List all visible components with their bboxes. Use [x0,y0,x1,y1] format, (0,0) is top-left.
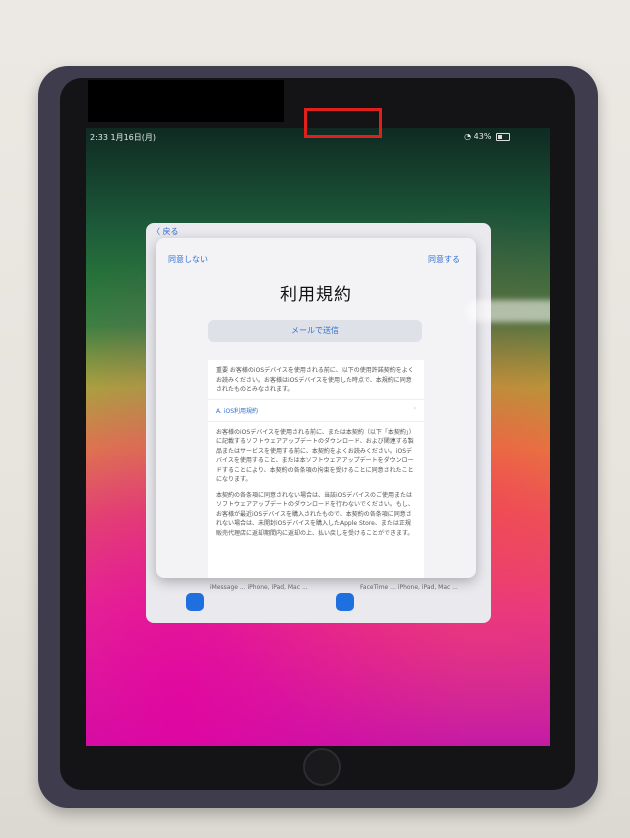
terms-document[interactable]: 重要 お客様のiOSデバイスを使用される前に、以下の使用許諾契約をよくお読みくだ… [208,360,424,578]
doc-section-link[interactable]: A. iOS利用規約 › [208,398,424,422]
video-camera-icon [336,593,354,611]
redaction-box [88,80,284,122]
battery-icon [496,132,510,141]
feature-list: iMessage ... iPhone, iPad, Mac ... FaceT… [186,583,486,623]
back-button[interactable]: 〈 戻る [152,226,179,237]
chevron-right-icon: › [413,404,416,412]
modal-title: 利用規約 [280,285,352,305]
agree-button[interactable]: 同意する [428,254,460,265]
message-icon [186,593,204,611]
doc-section-title: A. iOS利用規約 [216,407,259,415]
terms-modal: 同意しない 同意する 利用規約 メールで送信 重要 お客様のiOSデバイスを使用… [156,238,476,578]
feature-item-facetime: FaceTime ... iPhone, iPad, Mac ... [336,583,466,623]
feature-item-messages: iMessage ... iPhone, iPad, Mac ... [186,583,316,623]
home-button[interactable] [303,748,341,786]
disagree-button[interactable]: 同意しない [168,254,208,265]
doc-intro: 重要 お客様のiOSデバイスを使用される前に、以下の使用許諾契約をよくお読みくだ… [216,367,414,393]
status-right: ◔ 43% [464,132,510,141]
feature-text: iMessage ... iPhone, iPad, Mac ... [210,584,308,591]
doc-paragraph: お客様のiOSデバイスを使用される前に、または本契約（以下「本契約」）に記載する… [216,428,415,484]
ipad-screen: 2:33 1月16日(月) ◔ 43% 〈 戻る iMessage ... iP… [86,128,550,746]
email-button[interactable]: メールで送信 [208,320,422,342]
status-time: 2:33 1月16日(月) [90,133,157,142]
screen-glare [466,300,550,322]
feature-text: FaceTime ... iPhone, iPad, Mac ... [360,584,458,591]
wifi-icon: ◔ [464,132,472,141]
highlight-annotation [304,108,382,138]
doc-paragraph: 本契約の各条項に同意されない場合は、当該iOSデバイスのご使用またはソフトウェア… [216,491,414,537]
battery-percent: 43% [473,132,492,141]
